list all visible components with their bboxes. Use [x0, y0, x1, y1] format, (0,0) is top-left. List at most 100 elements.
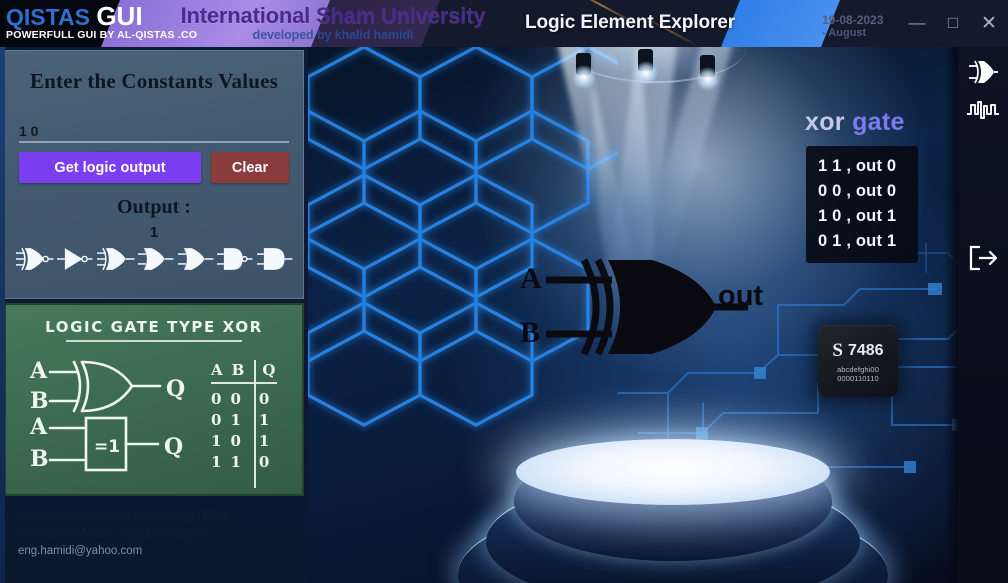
university-name: International Sham University: [180, 3, 486, 28]
table-row: 1 1 0: [211, 452, 275, 473]
cell-q: 0: [258, 453, 270, 471]
svg-text:Q: Q: [164, 434, 183, 460]
diagram-output-label: out: [718, 280, 764, 312]
table-row: 0 0 0: [211, 389, 275, 410]
output-value: 1: [149, 224, 159, 241]
university-block: International Sham University developed …: [168, 3, 498, 43]
svg-text:A: A: [30, 414, 48, 440]
board-xor-symbol: A B Q: [30, 358, 185, 414]
gate-heading-word: gate: [852, 108, 905, 136]
diagram-input-a-label: A: [520, 262, 542, 295]
table-row: 1 0 1: [211, 431, 275, 452]
cell-a: 0: [211, 411, 222, 429]
table-divider-horizontal: [211, 382, 277, 384]
svg-text:Q: Q: [166, 376, 185, 402]
right-toolbar: [958, 47, 1008, 583]
or-gate-icon[interactable]: [177, 245, 214, 273]
cell-q: 1: [258, 432, 270, 450]
svg-text:=1: =1: [94, 437, 120, 457]
title-bar: QISTAS GUI POWERFULL GUI BY AL-QISTAS .C…: [0, 0, 1008, 47]
minimize-button[interactable]: —: [906, 11, 928, 35]
svg-text:B: B: [30, 388, 49, 414]
cell-a: 0: [211, 390, 222, 408]
constants-panel: Enter the Constants Values 1 0 Get logic…: [4, 50, 304, 299]
and-gate-icon[interactable]: [256, 245, 293, 273]
credit-institution: International Sham University (ISU): [18, 509, 228, 523]
date-value: 19-08-2023: [822, 13, 884, 27]
diagram-input-b-label: B: [520, 316, 541, 349]
cell-b: 1: [230, 411, 241, 429]
board-truth-table: A B Q 0 0 0 0 1 1 1 0 1 1 1 0: [211, 360, 277, 488]
logic-gate-reference-board: LOGIC GATE TYPE XOR A B Q A B =1 Q A B Q…: [4, 303, 304, 496]
maximize-button[interactable]: □: [942, 11, 964, 35]
waveform-icon: [967, 101, 999, 119]
rail-gate-button[interactable]: [961, 51, 1005, 93]
cell-b: 1: [230, 453, 241, 471]
board-iec-symbol: A B =1 Q: [30, 414, 183, 472]
table-header-row: A B Q: [211, 360, 275, 381]
action-button-row: Get logic output Clear: [19, 152, 289, 183]
gate-heading: xor gate: [805, 108, 905, 137]
gate-icon: [969, 60, 998, 84]
svg-text:A: A: [30, 358, 48, 384]
date-month: - August: [822, 27, 867, 39]
logo-brand-text: QISTAS: [6, 4, 90, 30]
truth-line: 0 1 , out 1: [818, 232, 897, 250]
cell-a: 1: [211, 432, 222, 450]
left-sidebar: Enter the Constants Values 1 0 Get logic…: [0, 47, 308, 583]
truth-line: 1 1 , out 0: [818, 157, 897, 175]
cell-a: 1: [211, 453, 222, 471]
table-header-b: B: [231, 361, 245, 379]
close-button[interactable]: ✕: [978, 11, 1000, 35]
truth-table-overlay: 1 1 , out 0 0 0 , out 0 1 0 , out 1 0 1 …: [806, 146, 918, 263]
cell-q: 0: [258, 390, 270, 408]
cell-b: 0: [230, 432, 241, 450]
output-label: Output :: [117, 196, 191, 218]
chip-part-number: 7486: [847, 341, 884, 359]
nand-gate-icon[interactable]: [216, 245, 253, 273]
table-divider-vertical: [254, 360, 256, 488]
chip-code-line-2: 0000110110: [837, 373, 879, 383]
svg-text:B: B: [30, 446, 49, 472]
cell-b: 0: [230, 390, 241, 408]
credit-email: eng.hamidi@yahoo.com: [18, 545, 143, 557]
table-header-a: A: [211, 361, 223, 379]
table-header-q: Q: [262, 361, 276, 379]
exit-icon: [969, 245, 998, 271]
sidebar-edge: [0, 47, 5, 583]
gate-icon-strip: [15, 245, 293, 273]
stage-edge-shade: [944, 47, 958, 583]
xor-gate-icon[interactable]: [96, 245, 135, 273]
rail-exit-button[interactable]: [961, 237, 1005, 279]
logo-suffix-text: GUI: [96, 1, 143, 31]
university-developer: developed by khalid hamidi: [252, 28, 414, 42]
board-title: LOGIC GATE TYPE XOR: [45, 318, 263, 336]
page-title: Logic Element Explorer: [525, 12, 736, 33]
truth-line: 0 0 , out 0: [818, 182, 897, 200]
footer-credits: International Sham University (ISU) Khal…: [4, 500, 304, 559]
date-display: 19-08-2023 - August: [822, 13, 884, 40]
constants-panel-title: Enter the Constants Values: [29, 69, 279, 93]
lamp-glow: [696, 67, 720, 91]
podium-surface: [516, 439, 830, 505]
ic-chip: S 7486 abcdefghi00 0000110110: [818, 325, 898, 397]
credit-author: Khaled HAMIDI - App Developer: [18, 526, 207, 540]
truth-line: 1 0 , out 1: [818, 207, 897, 225]
clear-button[interactable]: Clear: [211, 152, 289, 183]
rail-waveform-button[interactable]: [961, 89, 1005, 131]
lamp-glow: [634, 61, 658, 85]
cell-q: 1: [258, 411, 270, 429]
board-body: A B Q A B =1 Q A B Q 0 0 0 0 1 1 1 0 1 1…: [6, 342, 302, 488]
not-gate-icon[interactable]: [56, 245, 93, 273]
chip-code-line-1: abcdefghi00: [837, 364, 879, 374]
window-controls: — □ ✕: [906, 11, 1000, 35]
chip-logo: S: [832, 339, 843, 361]
gate-heading-type: xor: [805, 108, 845, 136]
table-row: 0 1 1: [211, 410, 275, 431]
xnor-gate-icon[interactable]: [15, 245, 54, 273]
constants-input[interactable]: 1 0: [19, 116, 289, 143]
lamp-glow: [572, 65, 596, 89]
xor-gate-diagram: A B out: [520, 258, 790, 358]
get-logic-output-button[interactable]: Get logic output: [19, 152, 201, 183]
or-gate-icon[interactable]: [137, 245, 174, 273]
